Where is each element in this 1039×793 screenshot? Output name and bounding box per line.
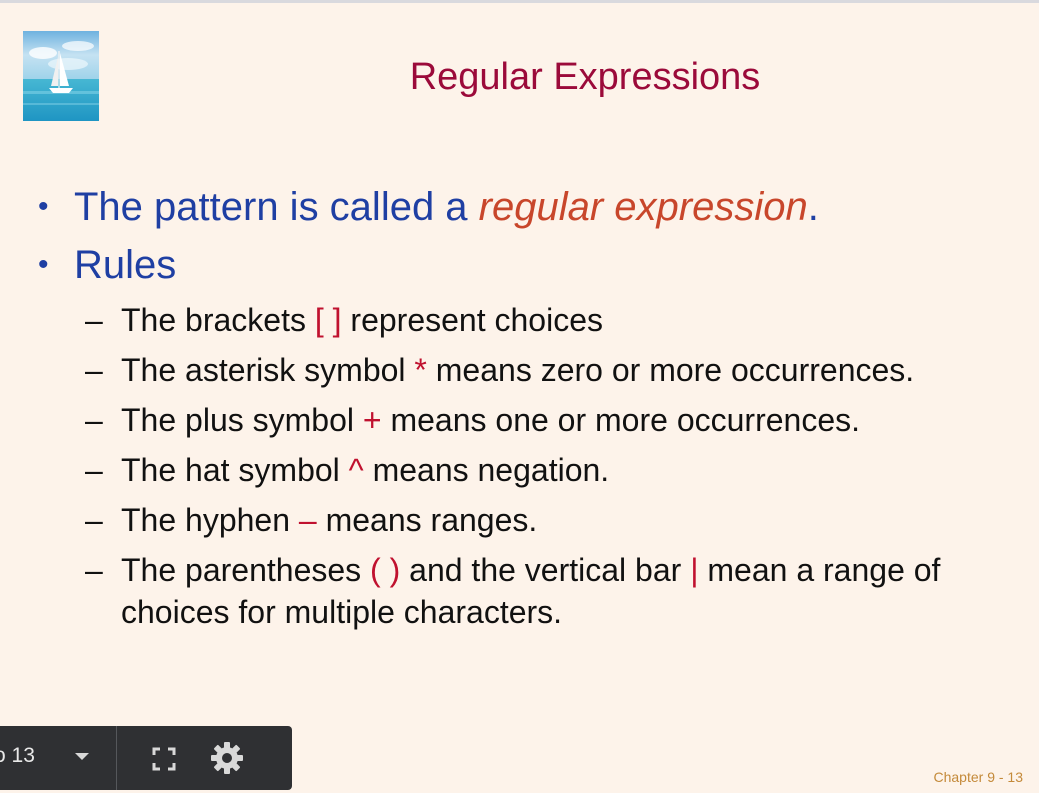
bullet-item: • The pattern is called a regular expres…: [38, 183, 1028, 231]
dash-marker: –: [85, 502, 103, 538]
sub-bullet-item: – The hat symbol ^ means negation.: [38, 449, 1028, 491]
bullet-text: The pattern is called a: [74, 185, 479, 229]
slide: Regular Expressions • The pattern is cal…: [0, 3, 1039, 793]
dash-marker: –: [85, 402, 103, 438]
slide-footer: Chapter 9 - 13: [933, 769, 1024, 785]
sub-bullet-item: – The plus symbol + means one or more oc…: [38, 399, 1028, 441]
bullet-list: • The pattern is called a regular expres…: [38, 183, 1028, 641]
fullscreen-icon[interactable]: [151, 746, 177, 772]
rule-text: The brackets: [121, 302, 315, 338]
rule-text: means negation.: [363, 452, 610, 488]
rule-symbol: |: [690, 552, 699, 588]
bullet-marker: •: [38, 248, 49, 281]
rule-text: means ranges.: [316, 502, 538, 538]
presentation-toolbar: o 13: [0, 726, 292, 790]
chevron-down-icon[interactable]: [75, 753, 89, 760]
dash-marker: –: [85, 552, 103, 588]
rule-symbol: [ ]: [314, 302, 342, 338]
bullet-text: Rules: [74, 243, 177, 287]
page-number: o 13: [0, 744, 35, 767]
sub-bullet-item: – The hyphen – means ranges.: [38, 499, 1028, 541]
bullet-suffix: .: [807, 185, 819, 229]
rule-text: represent choices: [341, 302, 603, 338]
rule-text: The hat symbol: [121, 452, 349, 488]
rule-text: means zero or more occurrences.: [426, 352, 915, 388]
bullet-item: • Rules: [38, 241, 1028, 289]
rule-symbol: ( ): [370, 552, 401, 588]
rule-symbol: ^: [348, 452, 364, 488]
rule-text: and the vertical bar: [400, 552, 691, 588]
sub-bullet-item: – The parentheses ( ) and the vertical b…: [38, 549, 1028, 633]
rule-symbol: +: [362, 402, 382, 438]
dash-marker: –: [85, 302, 103, 338]
rule-symbol: –: [298, 502, 317, 538]
emphasis-text: regular expression: [478, 185, 808, 229]
rule-text: means one or more occurrences.: [381, 402, 860, 438]
page-selector[interactable]: o 13: [0, 726, 117, 790]
bullet-marker: •: [38, 190, 49, 223]
rule-text: The asterisk symbol: [121, 352, 415, 388]
gear-icon[interactable]: [209, 740, 245, 776]
dash-marker: –: [85, 352, 103, 388]
rule-text: The hyphen: [121, 502, 299, 538]
rule-text: The parentheses: [121, 552, 371, 588]
slide-title: Regular Expressions: [409, 56, 761, 98]
sub-bullet-item: – The asterisk symbol * means zero or mo…: [38, 349, 1028, 391]
rule-symbol: *: [414, 352, 427, 388]
sub-bullet-item: – The brackets [ ] represent choices: [38, 299, 1028, 341]
dash-marker: –: [85, 452, 103, 488]
rule-text: The plus symbol: [121, 402, 363, 438]
